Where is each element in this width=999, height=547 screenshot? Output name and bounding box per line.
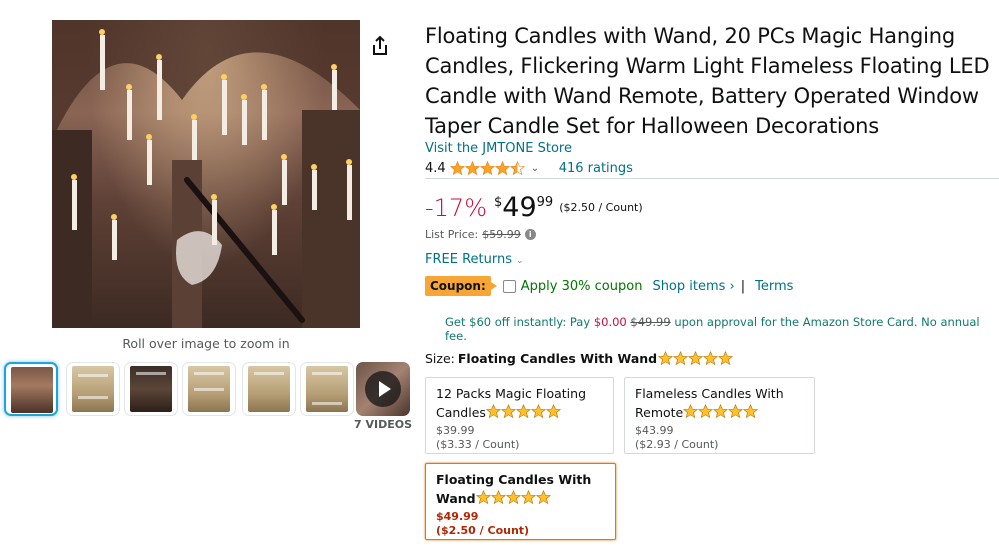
- card-offer-old-price: $49.99: [630, 315, 671, 329]
- share-icon[interactable]: [370, 35, 390, 57]
- list-price: List Price: $59.99 i: [425, 228, 536, 241]
- card-offer-pay-price: $0.00: [593, 315, 627, 329]
- coupon-badge: Coupon:: [425, 276, 497, 296]
- size-option-name: Flameless Candles With Remote: [635, 386, 784, 420]
- thumbnail-image: [248, 366, 290, 412]
- thumbnail-image: [130, 366, 172, 412]
- product-title: Floating Candles with Wand, 20 PCs Magic…: [425, 24, 990, 138]
- size-option-price: $39.99: [436, 424, 475, 437]
- free-returns-link[interactable]: FREE Returns ⌄: [425, 252, 524, 267]
- thumbnail-2[interactable]: [66, 362, 120, 416]
- store-card-offer[interactable]: Get $60 off instantly: Pay $0.00 $49.99 …: [445, 315, 999, 343]
- star-rating-icon: [658, 351, 734, 366]
- price-per-unit: ($2.50 / Count): [559, 201, 643, 214]
- terms-link[interactable]: Terms: [755, 279, 793, 294]
- video-count: 7 VIDEOS: [354, 418, 413, 431]
- star-rating-icon: [475, 490, 551, 505]
- size-option-unit-price: ($2.93 / Count): [635, 438, 719, 451]
- size-selected-value: Floating Candles With Wand: [457, 351, 658, 366]
- thumbnail-image: [11, 367, 53, 413]
- chevron-down-icon: ⌄: [515, 256, 524, 266]
- free-returns-label: FREE Returns: [425, 252, 512, 267]
- size-option-name: Floating Candles With Wand: [436, 472, 592, 506]
- thumbnail-5[interactable]: [242, 362, 296, 416]
- size-option-name: 12 Packs Magic Floating Candles: [436, 386, 587, 420]
- thumbnail-3[interactable]: [124, 362, 178, 416]
- coupon-checkbox[interactable]: [502, 279, 516, 293]
- chevron-down-icon[interactable]: ⌄: [531, 163, 541, 174]
- thumbnail-6[interactable]: [300, 362, 354, 416]
- price-fraction: 99: [536, 195, 554, 210]
- star-rating-icon: [683, 404, 759, 419]
- rating-row: 4.4 ⌄ 416 ratings: [425, 159, 633, 177]
- thumbnail-1[interactable]: [4, 362, 58, 416]
- price-whole: 49: [502, 192, 537, 223]
- size-option-12-packs[interactable]: 12 Packs Magic Floating Candles $39.99 (…: [425, 377, 614, 454]
- coupon-separator: |: [740, 278, 746, 294]
- size-option-price: $49.99: [436, 510, 479, 523]
- price-currency: $: [494, 195, 503, 210]
- thumbnail-image: [72, 366, 114, 412]
- list-price-label: List Price:: [425, 228, 479, 241]
- coupon-row: Coupon: Apply 30% coupon Shop items › | …: [425, 276, 793, 296]
- size-option-unit-price: ($3.33 / Count): [436, 438, 520, 451]
- shop-items-link[interactable]: Shop items ›: [652, 279, 734, 294]
- main-product-image[interactable]: [52, 20, 360, 328]
- thumbnail-image: [188, 366, 230, 412]
- thumbnail-image: [306, 366, 348, 412]
- thumbnail-strip: [4, 362, 414, 418]
- ratings-count-link[interactable]: 416 ratings: [559, 161, 633, 176]
- size-label: Size:: [425, 351, 455, 366]
- video-thumbnail[interactable]: [356, 362, 410, 416]
- size-option-price: $43.99: [635, 424, 674, 437]
- price-block: -17% $ 49 99 ($2.50 / Count): [425, 193, 643, 223]
- play-icon: [365, 371, 401, 407]
- star-rating-icon: [485, 404, 561, 419]
- size-option-unit-price: ($2.50 / Count): [436, 524, 530, 537]
- size-option-flameless-remote[interactable]: Flameless Candles With Remote $43.99 ($2…: [624, 377, 815, 454]
- divider: [425, 178, 999, 179]
- rating-value: 4.4: [425, 160, 446, 176]
- info-icon[interactable]: i: [524, 229, 536, 240]
- store-link[interactable]: Visit the JMTONE Store: [425, 141, 572, 156]
- coupon-text[interactable]: Apply 30% coupon: [521, 279, 643, 294]
- discount-percent: -17%: [425, 194, 488, 222]
- zoom-hint: Roll over image to zoom in: [122, 336, 290, 351]
- size-option-with-wand[interactable]: Floating Candles With Wand $49.99 ($2.50…: [425, 463, 616, 540]
- list-price-value: $59.99: [482, 228, 521, 241]
- size-selector-label: Size: Floating Candles With Wand: [425, 351, 734, 366]
- star-rating-icon[interactable]: [449, 160, 525, 176]
- card-offer-prefix: Get $60 off instantly: Pay: [445, 315, 591, 329]
- thumbnail-4[interactable]: [182, 362, 236, 416]
